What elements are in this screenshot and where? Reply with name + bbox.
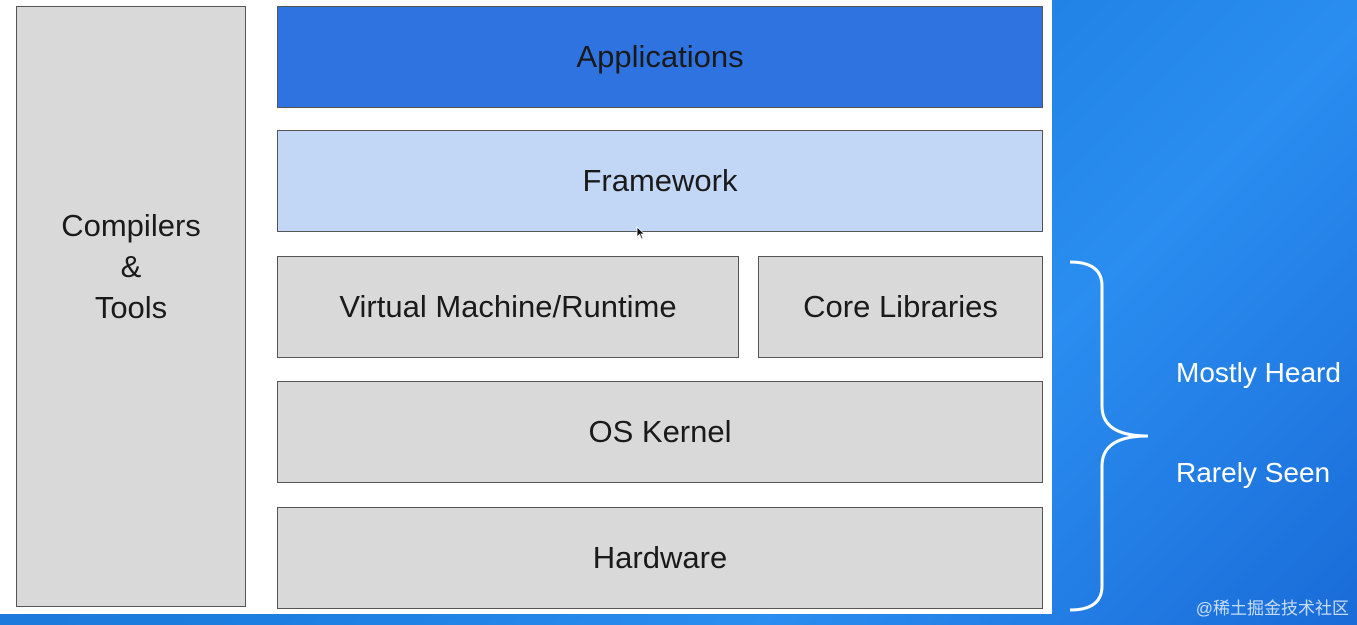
virtual-machine-layer: Virtual Machine/Runtime xyxy=(277,256,739,358)
core-libraries-layer: Core Libraries xyxy=(758,256,1043,358)
compilers-label: Compilers xyxy=(61,208,201,243)
mostly-heard-label: Mostly Heard xyxy=(1176,357,1341,388)
framework-layer: Framework xyxy=(277,130,1043,232)
curly-brace-icon xyxy=(1069,260,1149,612)
os-kernel-layer: OS Kernel xyxy=(277,381,1043,483)
applications-label: Applications xyxy=(576,39,744,74)
hardware-layer: Hardware xyxy=(277,507,1043,609)
framework-label: Framework xyxy=(582,163,738,198)
compilers-tools-box: Compilers & Tools xyxy=(16,6,246,607)
rarely-seen-label: Rarely Seen xyxy=(1176,457,1331,488)
slide-canvas: Compilers & Tools Applications Framework… xyxy=(0,0,1052,614)
watermark-text: @稀土掘金技术社区 xyxy=(1195,599,1349,618)
core-libraries-label: Core Libraries xyxy=(803,289,998,324)
tools-label: Tools xyxy=(94,290,168,325)
os-kernel-label: OS Kernel xyxy=(588,414,732,449)
applications-layer: Applications xyxy=(277,6,1043,108)
ampersand-label: & xyxy=(120,249,142,284)
virtual-machine-label: Virtual Machine/Runtime xyxy=(339,289,677,324)
hardware-label: Hardware xyxy=(592,540,728,575)
mouse-cursor-icon xyxy=(636,226,646,240)
